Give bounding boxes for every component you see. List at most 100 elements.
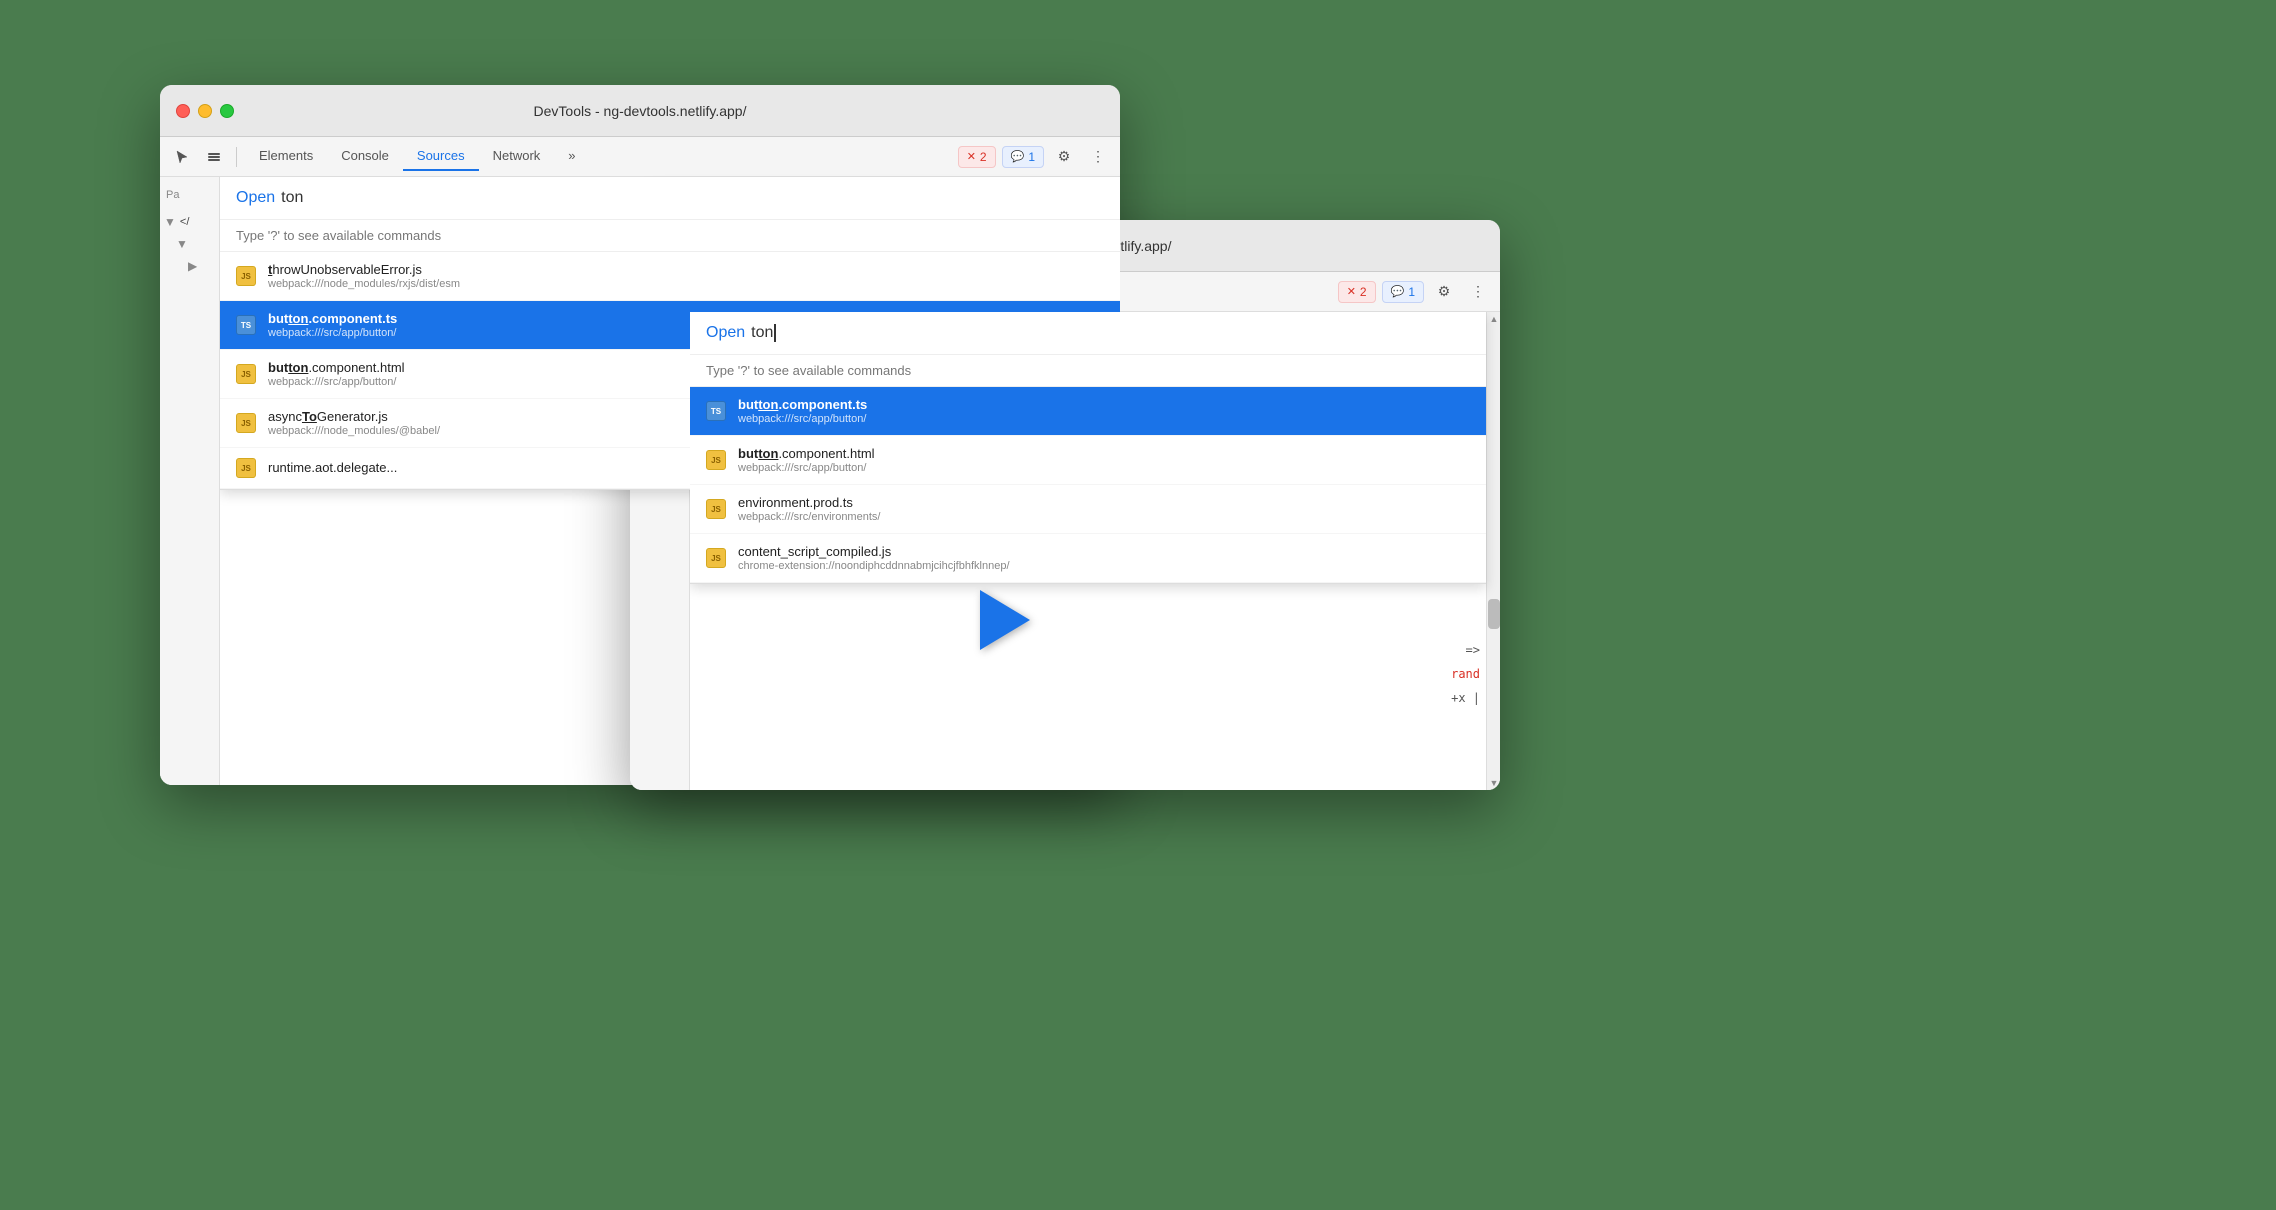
gear-icon-back[interactable]: ⚙ bbox=[1050, 143, 1078, 171]
code-line-6: => bbox=[1451, 638, 1480, 662]
tree-item-2-back: ▼ bbox=[176, 235, 215, 253]
file-path-3-front: webpack:///src/environments/ bbox=[738, 511, 1470, 523]
file-icon-1-front: TS bbox=[706, 401, 726, 421]
toolbar-right-front: ✕ 2 💬 1 ⚙ ⋮ bbox=[1338, 278, 1492, 306]
command-palette-front: Open ton Type '?' to see available comma… bbox=[690, 312, 1486, 584]
file-icon-4-front: JS bbox=[706, 548, 726, 568]
file-info-1-front: button.component.ts webpack:///src/app/b… bbox=[738, 397, 1470, 425]
file-name-2-front: button.component.html bbox=[738, 446, 1470, 461]
toolbar-back: Elements Console Sources Network » ✕ 2 💬… bbox=[160, 137, 1120, 177]
scroll-down-arrow[interactable]: ▼ bbox=[1487, 776, 1500, 790]
window-title-back: DevTools - ng-devtools.netlify.app/ bbox=[534, 103, 747, 119]
error-x-icon-back: ✕ bbox=[967, 150, 976, 163]
arrow-shape bbox=[980, 590, 1030, 650]
file-path-1-back: webpack:///node_modules/rxjs/dist/esm bbox=[268, 278, 1104, 290]
file-info-2-front: button.component.html webpack:///src/app… bbox=[738, 446, 1470, 474]
code-background-front-2: => rand +x | bbox=[1451, 638, 1480, 710]
hint-text-back: Type '?' to see available commands bbox=[220, 220, 1120, 252]
message-badge-back[interactable]: 💬 1 bbox=[1002, 146, 1044, 168]
file-name-3-front: environment.prod.ts bbox=[738, 495, 1470, 510]
arrow-indicator bbox=[980, 590, 1030, 650]
search-bar-back[interactable]: Open ton bbox=[220, 177, 1120, 220]
main-content-front: ick) </ap ick) ], None => rand +x | ▲ ▼ … bbox=[690, 312, 1500, 790]
tree-tag-1-back: </ bbox=[180, 216, 189, 228]
scrollbar-thumb[interactable] bbox=[1488, 599, 1500, 629]
search-input-front[interactable]: ton bbox=[751, 324, 773, 342]
tab-bar-back: Elements Console Sources Network » bbox=[245, 142, 954, 171]
message-icon-front: 💬 bbox=[1391, 285, 1405, 298]
tab-network-back[interactable]: Network bbox=[479, 142, 555, 171]
search-bar-front[interactable]: Open ton bbox=[690, 312, 1486, 355]
hint-text-front: Type '?' to see available commands bbox=[690, 355, 1486, 387]
highlight-but-back: but bbox=[268, 311, 288, 326]
file-icon-3-front: JS bbox=[706, 499, 726, 519]
cursor-blink-front bbox=[774, 324, 776, 342]
scroll-up-arrow[interactable]: ▲ bbox=[1487, 312, 1500, 326]
file-info-1-back: throwUnobservableError.js webpack:///nod… bbox=[268, 262, 1104, 290]
message-badge-front[interactable]: 💬 1 bbox=[1382, 281, 1424, 303]
close-button-back[interactable] bbox=[176, 104, 190, 118]
file-path-2-front: webpack:///src/app/button/ bbox=[738, 462, 1470, 474]
file-icon-5-back: JS bbox=[236, 458, 256, 478]
tab-sources-back[interactable]: Sources bbox=[403, 142, 479, 171]
tree-item-3-back: ▶ bbox=[188, 257, 215, 275]
minimize-button-back[interactable] bbox=[198, 104, 212, 118]
cursor-icon-back[interactable] bbox=[168, 143, 196, 171]
highlight-but2-front: but bbox=[738, 446, 758, 461]
file-icon-3-back: JS bbox=[236, 364, 256, 384]
maximize-button-back[interactable] bbox=[220, 104, 234, 118]
scrollbar-front[interactable]: ▲ ▼ bbox=[1486, 312, 1500, 790]
highlight-t-back: t bbox=[268, 262, 272, 277]
tree-arrow-2-back: ▼ bbox=[176, 237, 188, 251]
tree-items-back: ▼ </ ▼ ▶ bbox=[164, 205, 215, 283]
file-icon-2-back: TS bbox=[236, 315, 256, 335]
highlight-ton2-front: ton bbox=[758, 446, 778, 461]
message-icon-back: 💬 bbox=[1011, 150, 1025, 163]
sidebar-back: Pa ▼ </ ▼ ▶ bbox=[160, 177, 220, 785]
file-item-2-front[interactable]: JS button.component.html webpack:///src/… bbox=[690, 436, 1486, 485]
gear-icon-front[interactable]: ⚙ bbox=[1430, 278, 1458, 306]
error-badge-back[interactable]: ✕ 2 bbox=[958, 146, 996, 168]
file-path-4-front: chrome-extension://noondiphcddnnabmjcihc… bbox=[738, 560, 1470, 572]
file-item-1-back[interactable]: JS throwUnobservableError.js webpack:///… bbox=[220, 252, 1120, 301]
search-input-back[interactable]: ton bbox=[281, 189, 303, 207]
highlight-ton-back: ton bbox=[288, 311, 308, 326]
file-info-3-front: environment.prod.ts webpack:///src/envir… bbox=[738, 495, 1470, 523]
highlight-but2-back: but bbox=[268, 360, 288, 375]
code-line-7: rand bbox=[1451, 662, 1480, 686]
file-item-4-front[interactable]: JS content_script_compiled.js chrome-ext… bbox=[690, 534, 1486, 583]
layers-icon-back[interactable] bbox=[200, 143, 228, 171]
search-prefix-front: Open bbox=[706, 324, 745, 342]
file-item-1-front[interactable]: TS button.component.ts webpack:///src/ap… bbox=[690, 387, 1486, 436]
more-icon-back[interactable]: ⋮ bbox=[1084, 143, 1112, 171]
error-count-front: 2 bbox=[1360, 285, 1367, 299]
sidebar-label-back: Pa bbox=[164, 185, 215, 205]
file-icon-2-front: JS bbox=[706, 450, 726, 470]
toolbar-sep-back bbox=[236, 147, 237, 167]
message-count-back: 1 bbox=[1028, 150, 1035, 164]
highlight-but-front: but bbox=[738, 397, 758, 412]
title-bar-back: DevTools - ng-devtools.netlify.app/ bbox=[160, 85, 1120, 137]
highlight-ton-front: ton bbox=[758, 397, 778, 412]
file-icon-1-back: JS bbox=[236, 266, 256, 286]
file-name-1-front: button.component.ts bbox=[738, 397, 1470, 412]
search-prefix-back: Open bbox=[236, 189, 275, 207]
tree-arrow-3-back: ▶ bbox=[188, 259, 197, 273]
tab-elements-back[interactable]: Elements bbox=[245, 142, 327, 171]
file-name-1-back: throwUnobservableError.js bbox=[268, 262, 1104, 277]
message-count-front: 1 bbox=[1408, 285, 1415, 299]
error-badge-front[interactable]: ✕ 2 bbox=[1338, 281, 1376, 303]
error-x-icon-front: ✕ bbox=[1347, 285, 1356, 298]
file-item-3-front[interactable]: JS environment.prod.ts webpack:///src/en… bbox=[690, 485, 1486, 534]
error-count-back: 2 bbox=[980, 150, 987, 164]
tree-arrow-1-back: ▼ bbox=[164, 215, 176, 229]
file-name-4-front: content_script_compiled.js bbox=[738, 544, 1470, 559]
tab-more-back[interactable]: » bbox=[554, 142, 589, 171]
code-line-8: +x | bbox=[1451, 686, 1480, 710]
tab-console-back[interactable]: Console bbox=[327, 142, 403, 171]
file-list-front: TS button.component.ts webpack:///src/ap… bbox=[690, 387, 1486, 583]
file-icon-4-back: JS bbox=[236, 413, 256, 433]
traffic-lights-back bbox=[176, 104, 234, 118]
more-icon-front[interactable]: ⋮ bbox=[1464, 278, 1492, 306]
file-info-4-front: content_script_compiled.js chrome-extens… bbox=[738, 544, 1470, 572]
